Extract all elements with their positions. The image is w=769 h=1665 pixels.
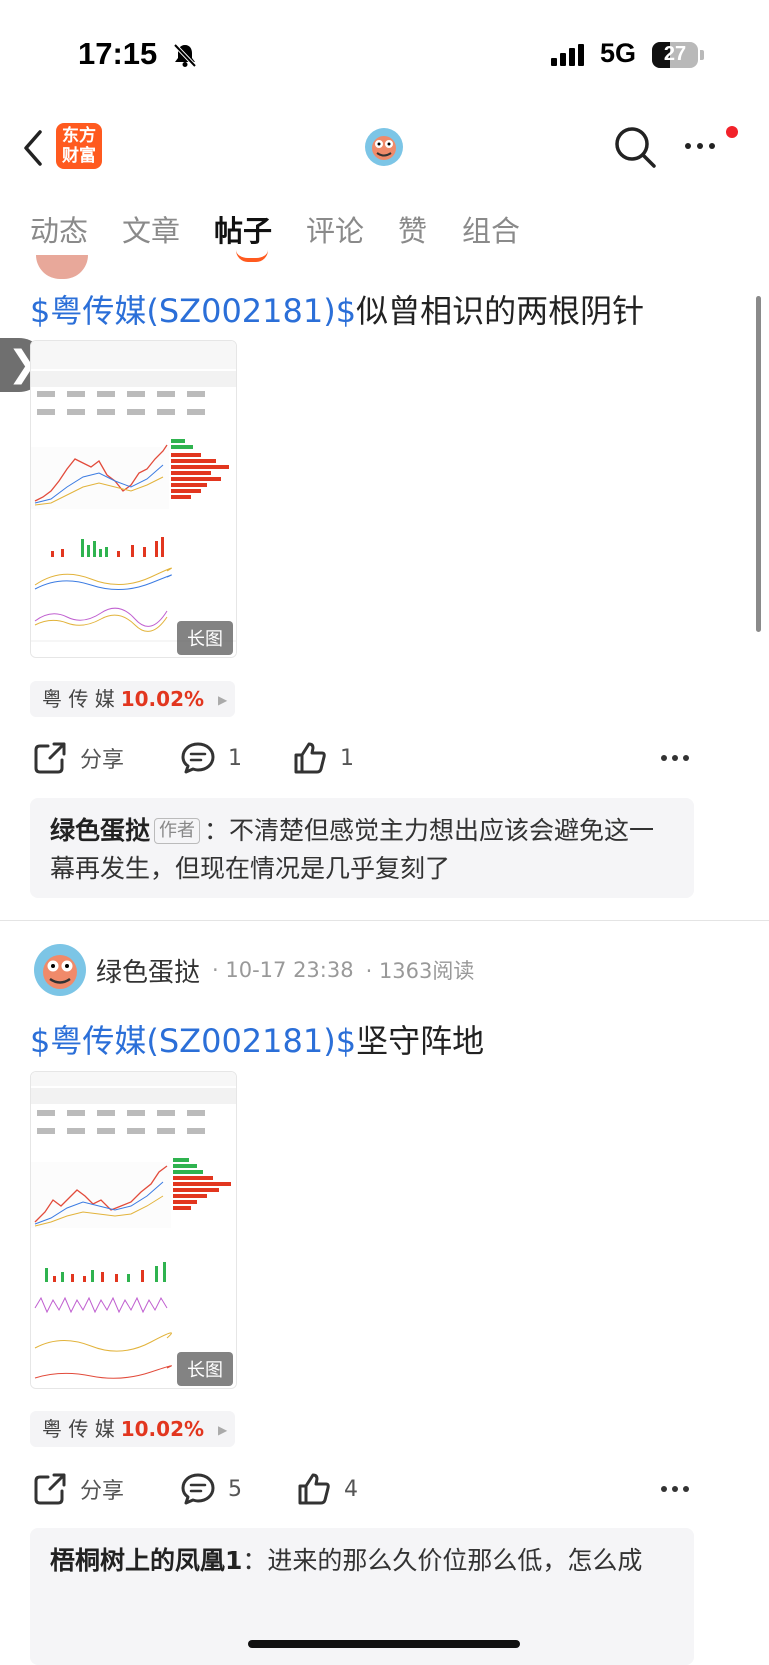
signal-icon (551, 44, 587, 66)
home-indicator (248, 1640, 520, 1648)
tab-posts[interactable]: 帖子 (214, 208, 272, 250)
post-title-text: 似曾相识的两根阴针 (356, 292, 645, 330)
like-count: 1 (340, 745, 354, 771)
logo-line1: 东方 (62, 126, 96, 146)
post-title[interactable]: $粤传媒(SZ002181)$坚守阵地 (30, 1016, 484, 1062)
notification-dot (726, 126, 738, 138)
post-image[interactable] (30, 340, 237, 658)
stock-chip[interactable]: 粤 传 媒 10.02% ▶ (30, 1411, 235, 1447)
logo-line2: 财富 (62, 146, 96, 166)
battery-level: 27 (663, 43, 687, 65)
thumbs-up-icon (294, 742, 326, 774)
comment-author[interactable]: 梧桐树上的凤凰1 (50, 1546, 242, 1575)
stock-tag-link[interactable]: $粤传媒(SZ002181)$ (30, 1022, 356, 1060)
network-label: 5G (600, 38, 637, 68)
author-name[interactable]: 绿色蛋挞 (96, 952, 200, 989)
more-icon[interactable] (660, 752, 690, 764)
comment-text: ：进来的那么久价位那么低，怎么成 (242, 1546, 643, 1575)
share-icon (34, 1473, 66, 1505)
user-avatar[interactable] (365, 128, 403, 166)
post-time: · 10-17 23:38 (212, 958, 354, 982)
app-logo[interactable]: 东方 财富 (56, 123, 102, 169)
long-image-badge: 长图 (177, 621, 233, 655)
comment-count: 5 (228, 1476, 242, 1502)
comment-button[interactable]: 5 (180, 1471, 242, 1507)
bell-muted-icon (173, 43, 197, 68)
tab-comments[interactable]: 评论 (306, 208, 364, 250)
comment-count: 1 (228, 745, 242, 771)
battery-icon: 27 (652, 42, 698, 68)
share-button[interactable]: 分享 (32, 1471, 124, 1507)
post-reads: · 1363阅读 (365, 959, 475, 983)
long-image-badge: 长图 (177, 1352, 233, 1386)
chevron-right-icon: ▶ (218, 1423, 228, 1437)
thumbs-up-icon (298, 1473, 330, 1505)
comment-button[interactable]: 1 (180, 740, 242, 776)
comment-icon (181, 742, 215, 774)
post-title[interactable]: $粤传媒(SZ002181)$似曾相识的两根阴针 (30, 286, 644, 332)
stock-change: 10.02% (120, 1417, 205, 1441)
top-comment[interactable]: 绿色蛋挞 作者 ：不清楚但感觉主力想出应该会避免这一幕再发生，但现在情况是几乎复刻了 (30, 798, 694, 898)
scrollbar[interactable] (756, 296, 761, 632)
stock-chart-screenshot (31, 341, 236, 657)
active-tab-indicator (236, 250, 268, 262)
post-author-row: 绿色蛋挞 · 10-17 23:38 · 1363阅读 (34, 942, 474, 998)
author-badge: 作者 (154, 818, 201, 844)
like-button[interactable]: 4 (296, 1471, 358, 1507)
stock-chart-screenshot (31, 1072, 236, 1388)
share-button[interactable]: 分享 (32, 740, 124, 776)
chevron-right-icon: ▶ (218, 693, 228, 707)
battery-tip (700, 50, 704, 60)
more-icon[interactable] (660, 1483, 690, 1495)
tab-portfolio[interactable]: 组合 (462, 208, 520, 250)
stock-name: 粤 传 媒 (42, 687, 115, 711)
stock-name: 粤 传 媒 (42, 1417, 115, 1441)
share-label: 分享 (80, 1479, 125, 1504)
tab-dynamics[interactable]: 动态 (30, 208, 88, 250)
author-avatar[interactable] (34, 944, 86, 996)
author-avatar-partial[interactable] (36, 255, 88, 279)
comment-icon (181, 1473, 215, 1505)
divider (0, 920, 769, 921)
tab-likes[interactable]: 赞 (398, 208, 427, 250)
share-label: 分享 (80, 748, 125, 773)
like-button[interactable]: 1 (292, 740, 354, 776)
tab-articles[interactable]: 文章 (122, 208, 180, 250)
stock-change: 10.02% (120, 687, 205, 711)
search-icon[interactable] (612, 124, 658, 170)
stock-chip[interactable]: 粤 传 媒 10.02% ▶ (30, 681, 235, 717)
share-icon (34, 742, 66, 774)
post-title-text: 坚守阵地 (356, 1022, 485, 1060)
back-icon[interactable] (18, 128, 48, 168)
post-image[interactable] (30, 1071, 237, 1389)
profile-tabs: 动态 文章 帖子 评论 赞 组合 (0, 208, 769, 260)
like-count: 4 (344, 1476, 358, 1502)
stock-tag-link[interactable]: $粤传媒(SZ002181)$ (30, 292, 356, 330)
comment-author[interactable]: 绿色蛋挞 (50, 816, 150, 845)
status-time: 17:15 (78, 36, 158, 71)
more-icon[interactable] (682, 136, 728, 156)
